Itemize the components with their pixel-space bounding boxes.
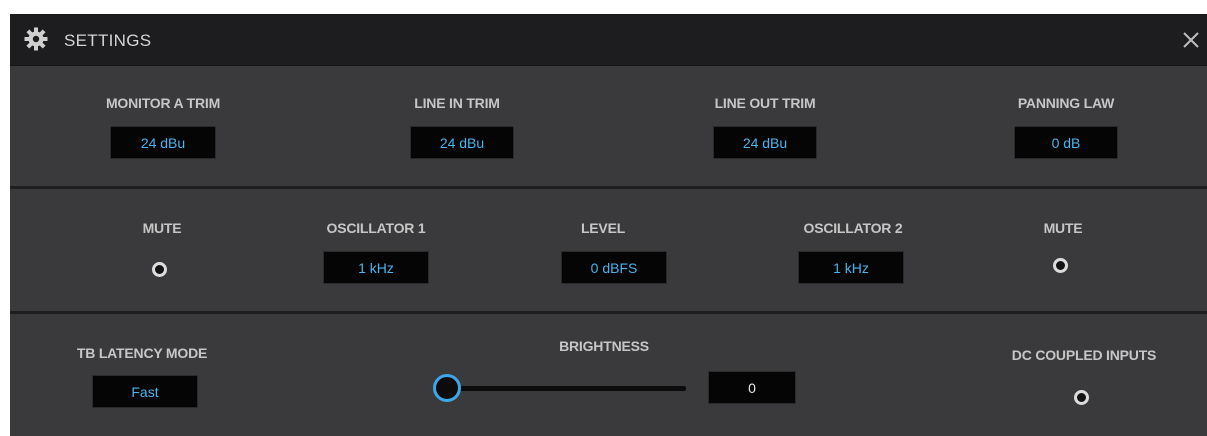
close-icon[interactable] xyxy=(1182,31,1200,49)
line-out-trim-value[interactable]: 24 dBu xyxy=(713,126,817,159)
window-title: SETTINGS xyxy=(64,31,152,50)
section-divider xyxy=(10,186,1207,189)
oscillator-1-value[interactable]: 1 kHz xyxy=(323,251,429,284)
mute-2-toggle[interactable] xyxy=(1053,258,1068,273)
panning-law-label: PANNING LAW xyxy=(1017,95,1115,111)
monitor-a-trim-value[interactable]: 24 dBu xyxy=(110,126,216,159)
brightness-slider-thumb[interactable] xyxy=(433,374,461,402)
brightness-slider-track[interactable] xyxy=(446,386,686,391)
oscillator-1-label: OSCILLATOR 1 xyxy=(326,220,426,236)
section-divider xyxy=(10,311,1207,314)
monitor-a-trim-label: MONITOR A TRIM xyxy=(105,95,221,111)
level-value[interactable]: 0 dBFS xyxy=(561,251,667,284)
title-bar: SETTINGS xyxy=(10,14,1207,66)
settings-window: SETTINGS MONITOR A TRIM 24 dBu LINE IN T… xyxy=(10,14,1207,436)
brightness-value[interactable]: 0 xyxy=(708,371,796,404)
mute-1-toggle[interactable] xyxy=(152,262,167,277)
dc-coupled-inputs-toggle[interactable] xyxy=(1074,390,1089,405)
brightness-label: BRIGHTNESS xyxy=(559,338,649,354)
oscillator-2-label: OSCILLATOR 2 xyxy=(803,220,903,236)
gear-icon xyxy=(24,27,48,51)
mute-2-label: MUTE xyxy=(1043,220,1083,236)
line-in-trim-label: LINE IN TRIM xyxy=(414,95,500,111)
line-out-trim-label: LINE OUT TRIM xyxy=(714,95,816,111)
dc-coupled-inputs-label: DC COUPLED INPUTS xyxy=(1011,347,1157,363)
line-in-trim-value[interactable]: 24 dBu xyxy=(410,126,514,159)
panning-law-value[interactable]: 0 dB xyxy=(1014,126,1118,159)
level-label: LEVEL xyxy=(580,220,626,236)
oscillator-2-value[interactable]: 1 kHz xyxy=(798,251,904,284)
tb-latency-mode-label: TB LATENCY MODE xyxy=(76,345,208,361)
tb-latency-mode-value[interactable]: Fast xyxy=(92,375,198,408)
mute-1-label: MUTE xyxy=(142,220,182,236)
